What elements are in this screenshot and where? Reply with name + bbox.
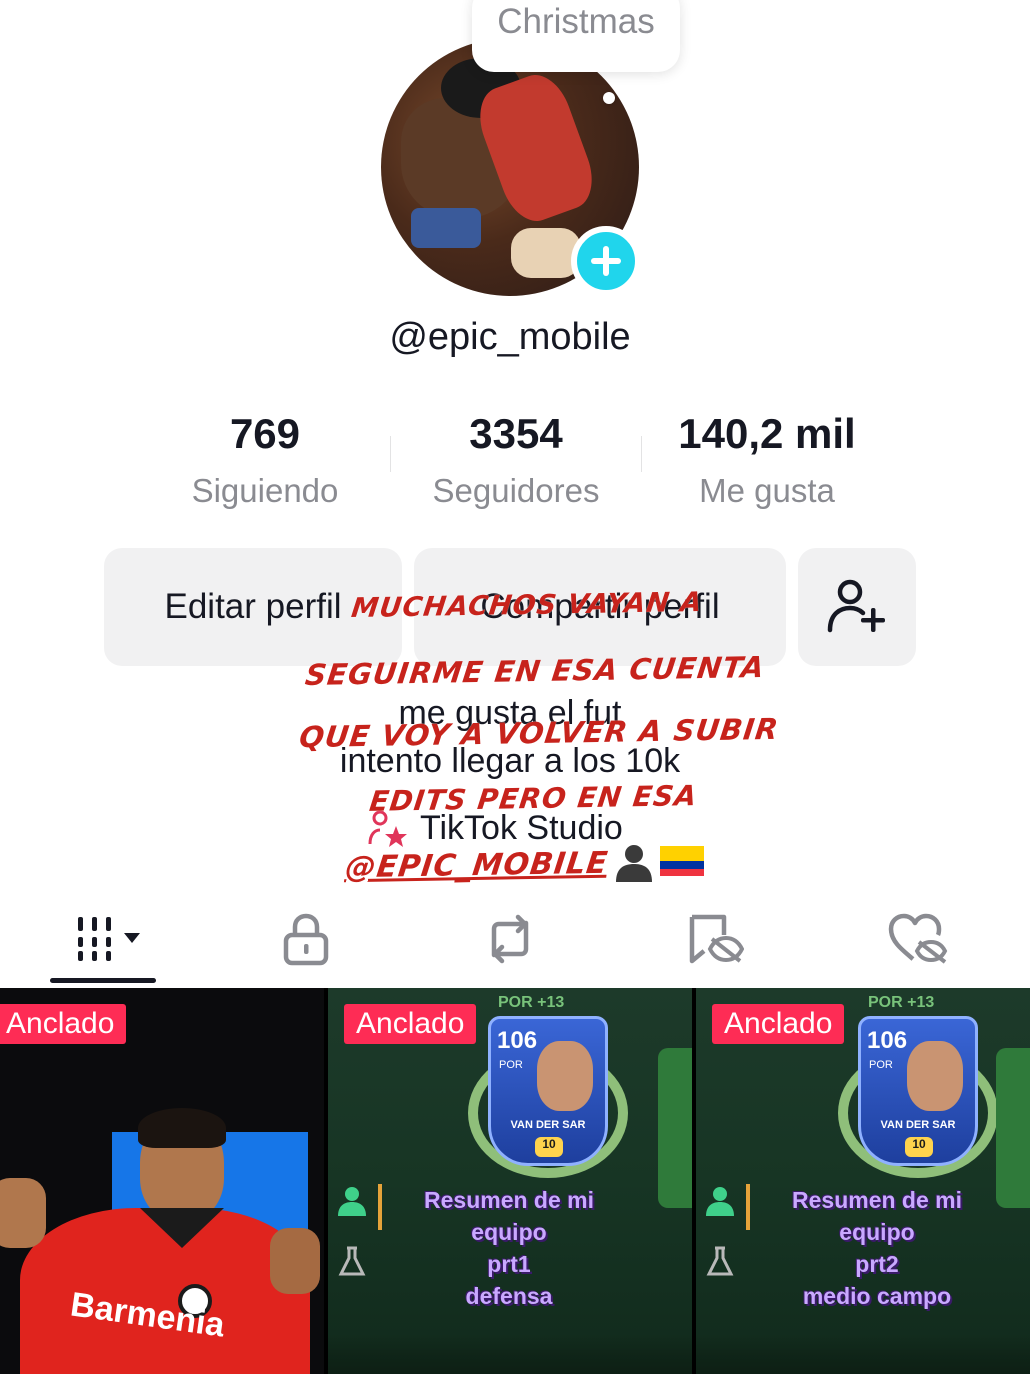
stat-value: 3354 <box>469 410 563 457</box>
card-face <box>907 1041 963 1111</box>
note-text: Christmas <box>497 2 655 41</box>
summary-text: Resumen de mi equipo prt2 medio campo <box>752 1184 1002 1312</box>
video-grid: Barmenia Anclado POR +13 106 POR VAN DER… <box>0 988 1030 1374</box>
profile-stats: 769 Siguiendo 3354 Seguidores 140,2 mil … <box>140 410 900 520</box>
player-card: 106 POR VAN DER SAR 10 <box>858 1016 978 1166</box>
card-position: POR <box>499 1059 523 1071</box>
stat-label: Me gusta <box>699 472 835 509</box>
favorites-icon <box>689 914 744 964</box>
flask-icon <box>338 1246 366 1276</box>
summary-line: Resumen de mi equipo <box>792 1187 962 1245</box>
thumbnail-art <box>138 1108 226 1148</box>
thumbnail-art <box>270 1228 320 1294</box>
card-name: VAN DER SAR <box>880 1119 956 1131</box>
card-rank: 10 <box>535 1137 563 1157</box>
summary-line: prt1 <box>487 1251 531 1277</box>
stat-label: Seguidores <box>432 472 600 509</box>
card-position: POR <box>869 1059 893 1071</box>
profile-avatar-wrap[interactable] <box>381 38 641 296</box>
pinned-badge: Anclado <box>712 1004 845 1044</box>
add-friend-button[interactable] <box>798 548 916 666</box>
person-icon <box>706 1187 734 1216</box>
avatar-art <box>511 228 581 278</box>
thumbnail-topbar: POR +13 <box>498 994 565 1011</box>
thumbnail-art <box>20 1208 310 1374</box>
tab-favorites[interactable] <box>674 904 754 974</box>
profile-tabs <box>0 896 1030 988</box>
card-name: VAN DER SAR <box>510 1119 586 1131</box>
player-card: 106 POR VAN DER SAR 10 <box>488 1016 608 1166</box>
thumbnail-art <box>658 1048 692 1208</box>
pinned-badge: Anclado <box>344 1004 477 1044</box>
summary-bar <box>378 1184 382 1230</box>
summary-text: Resumen de mi equipo prt1 defensa <box>384 1184 634 1312</box>
active-tab-indicator <box>50 978 156 983</box>
overlay-caption-line: EDITS PERO EN ESA <box>367 779 700 818</box>
card-rating: 106 <box>497 1027 538 1054</box>
tab-reposts[interactable] <box>470 904 550 974</box>
note-bubble[interactable]: Christmas <box>472 0 680 72</box>
stat-label: Siguiendo <box>191 472 339 509</box>
stat-following[interactable]: 769 Siguiendo <box>140 410 390 520</box>
summary-line: prt2 <box>855 1251 899 1277</box>
thumbnail-art <box>696 1334 1030 1374</box>
repost-icon <box>491 914 529 964</box>
summary-bar <box>746 1184 750 1230</box>
username: @epic_mobile <box>389 316 631 358</box>
edit-profile-label: Editar perfil <box>164 587 342 626</box>
lock-icon <box>283 913 329 966</box>
tab-videos[interactable] <box>70 904 150 974</box>
person-icon <box>338 1187 366 1216</box>
bubble-dot <box>603 92 615 104</box>
overlay-caption-handle: @EPIC_MOBILE <box>343 845 611 886</box>
stat-likes[interactable]: 140,2 mil Me gusta <box>642 410 892 520</box>
pinned-badge: Anclado <box>0 1004 127 1044</box>
summary-line: Resumen de mi equipo <box>424 1187 594 1245</box>
grid-icon <box>78 917 140 961</box>
overlay-caption-line: MUCHACHOS VAYAN A <box>349 586 705 625</box>
stat-value: 140,2 mil <box>678 410 856 457</box>
summary-line: defensa <box>465 1283 553 1309</box>
thumbnail-art <box>328 1334 692 1374</box>
liked-icon <box>888 913 948 964</box>
add-story-button[interactable] <box>571 226 641 296</box>
ecuador-flag-icon <box>660 846 704 876</box>
avatar-art <box>411 208 481 248</box>
video-thumbnail[interactable]: POR +13 106 POR VAN DER SAR 10 Resumen d… <box>696 988 1030 1374</box>
stat-value: 769 <box>229 410 301 457</box>
card-face <box>537 1041 593 1111</box>
stat-followers[interactable]: 3354 Seguidores <box>391 410 641 520</box>
tab-private[interactable] <box>266 904 346 974</box>
thumbnail-topbar: POR +13 <box>868 994 935 1011</box>
thumbnail-art <box>0 1178 46 1248</box>
card-rating: 106 <box>867 1027 908 1054</box>
flask-icon <box>706 1246 734 1276</box>
summary-line: medio campo <box>802 1283 952 1309</box>
tab-liked[interactable] <box>878 904 958 974</box>
silhouette-icon <box>616 845 652 882</box>
add-user-icon <box>827 579 885 633</box>
video-thumbnail[interactable]: POR +13 106 POR VAN DER SAR 10 Resumen d… <box>328 988 692 1374</box>
overlay-caption-line: SEGUIRME EN ESA CUENTA <box>303 650 767 692</box>
video-thumbnail[interactable]: Barmenia Anclado <box>0 988 324 1374</box>
card-rank: 10 <box>905 1137 933 1157</box>
plus-icon <box>591 246 621 276</box>
